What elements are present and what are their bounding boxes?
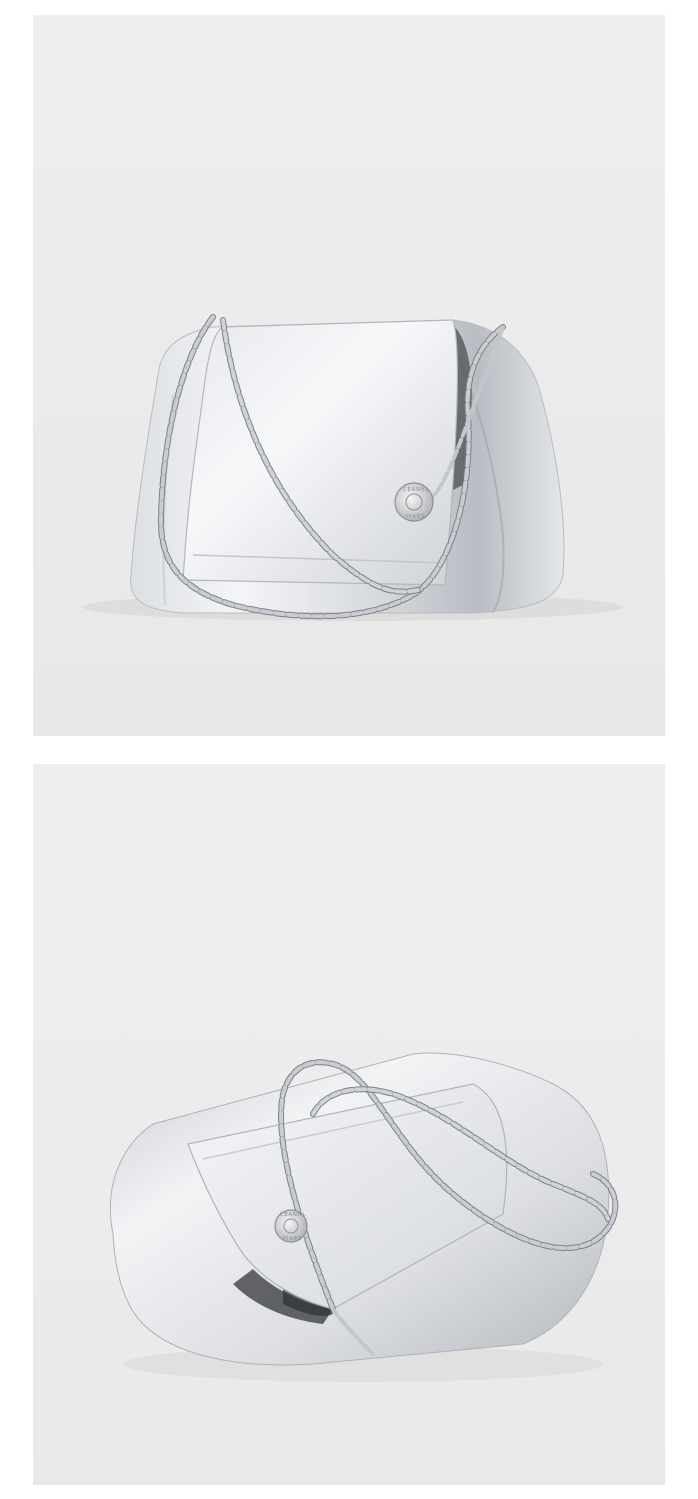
product-photo-top-angle: CEANHL PIAES: [33, 764, 665, 1485]
product-photo-front: CEANHL PIAES: [33, 15, 665, 736]
medallion-text-bottom: PIAES: [283, 1236, 302, 1242]
handbag-top-illustration: CEANHL PIAES: [33, 764, 665, 1485]
logo-medallion: CEANHL PIAES: [394, 482, 434, 522]
medallion-text-top: CEANHL: [280, 1212, 306, 1218]
medallion-text-bottom: PIAES: [406, 514, 425, 520]
medallion-text-top: CEANHL: [403, 487, 429, 493]
logo-medallion: CEANHL PIAES: [274, 1209, 308, 1243]
handbag-front-illustration: CEANHL PIAES: [33, 15, 665, 736]
